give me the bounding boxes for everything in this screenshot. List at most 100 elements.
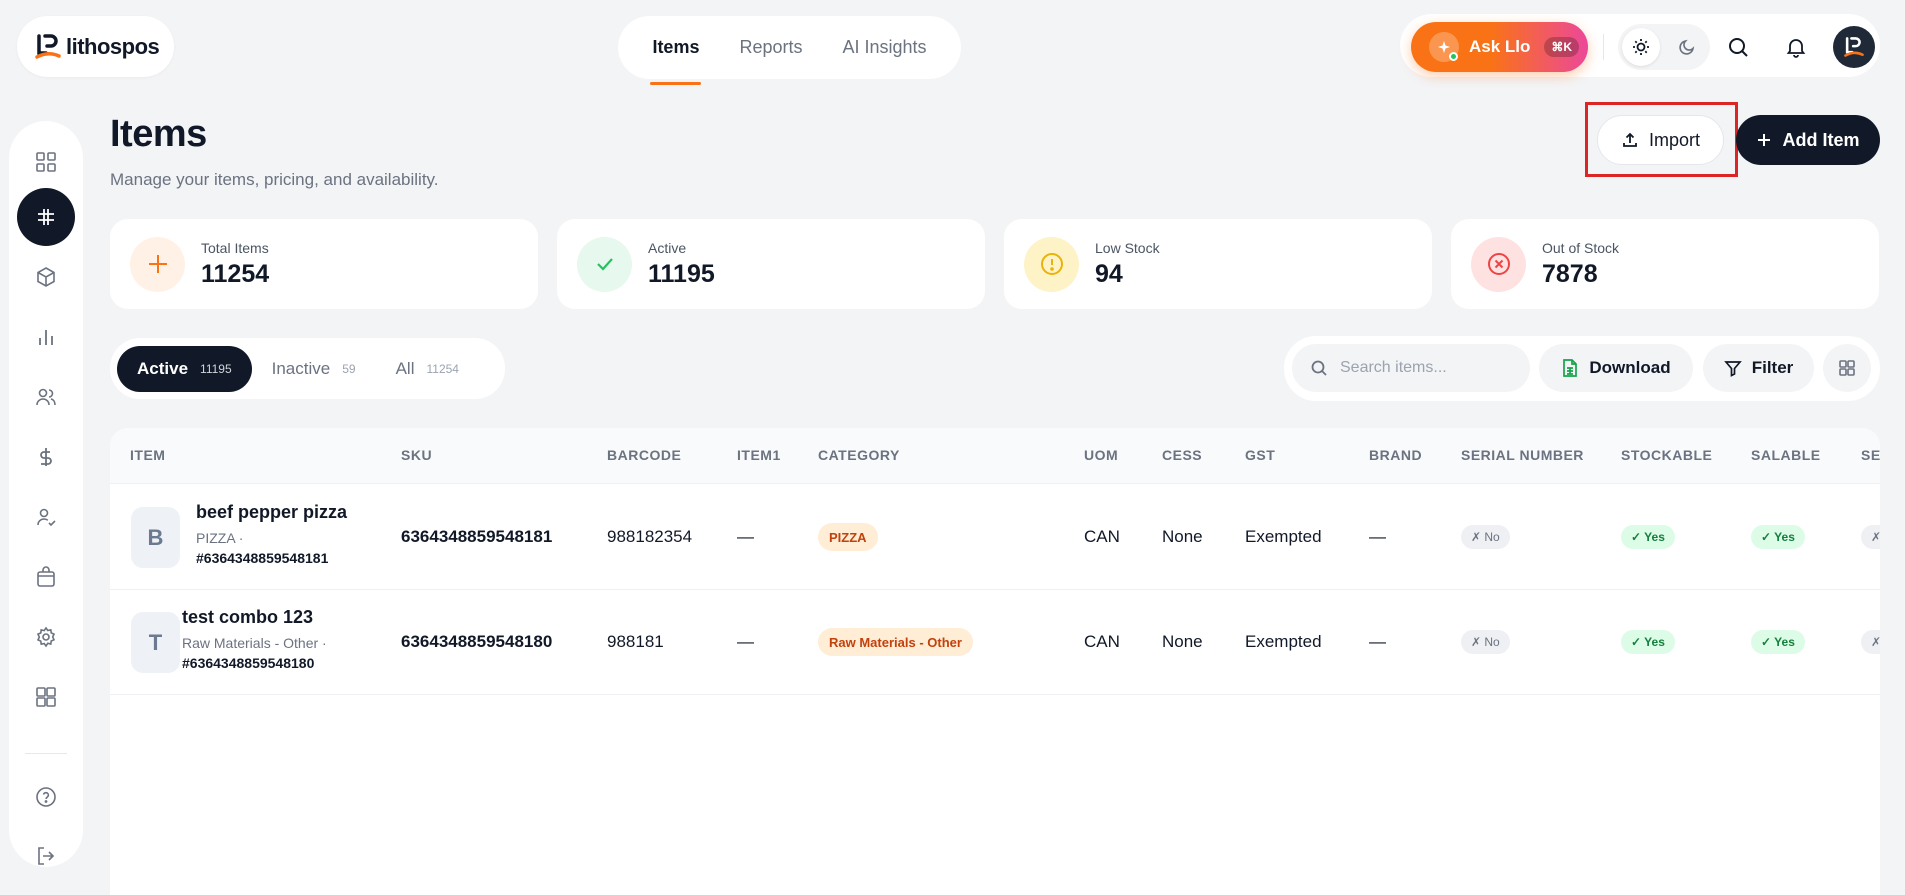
stat-label: Total Items [201, 239, 269, 256]
column-header-gst[interactable]: GST [1245, 447, 1275, 463]
uom-cell: CAN [1084, 527, 1120, 546]
sparkle-icon [1429, 32, 1459, 62]
category-badge: Raw Materials - Other [818, 628, 973, 656]
help-icon [36, 787, 56, 807]
filter-icon [1723, 361, 1742, 377]
upload-icon [1623, 132, 1637, 147]
tab-label: Inactive [271, 358, 331, 378]
ask-llo-button[interactable]: Ask Llo ⌘K [1411, 22, 1588, 72]
sku-cell: 6364348859548181 [401, 527, 553, 546]
moon-icon[interactable] [1668, 28, 1706, 66]
column-header-serial-cut[interactable]: SE [1861, 447, 1880, 463]
column-header-stockable[interactable]: STOCKABLE [1621, 447, 1712, 463]
gst-cell: Exempted [1245, 632, 1322, 651]
theme-toggle[interactable] [1618, 24, 1710, 70]
brand-logo[interactable]: lithospos [17, 16, 174, 77]
sidebar-item-customers[interactable] [17, 368, 75, 426]
stockable-badge: ✓ Yes [1621, 525, 1675, 549]
item1-cell: — [737, 632, 754, 651]
uom-cell: CAN [1084, 632, 1120, 651]
nav-reports[interactable]: Reports [719, 16, 822, 79]
table-header: ITEM SKU BARCODE ITEM1 CATEGORY UOM CESS… [110, 428, 1880, 484]
shortcut-badge: ⌘K [1544, 37, 1580, 57]
column-header-salable[interactable]: SALABLE [1751, 447, 1821, 463]
item-name[interactable]: test combo 123 [182, 607, 313, 628]
page-subtitle: Manage your items, pricing, and availabi… [110, 170, 439, 189]
sidebar-item-orders[interactable] [17, 548, 75, 606]
sidebar-item-help[interactable] [17, 768, 75, 826]
item-category-sub: Raw Materials - Other · [182, 635, 327, 651]
sidebar-item-dashboard[interactable] [17, 133, 75, 191]
column-header-serial-number[interactable]: SERIAL NUMBER [1461, 447, 1584, 463]
sun-icon[interactable] [1622, 28, 1660, 66]
sidebar-item-logout[interactable] [17, 827, 75, 885]
sidebar-item-inventory[interactable] [17, 248, 75, 306]
salable-badge: ✓ Yes [1751, 525, 1805, 549]
stat-value: 11195 [648, 259, 715, 288]
stat-label: Out of Stock [1542, 239, 1620, 256]
cess-cell: None [1162, 527, 1203, 546]
column-header-item[interactable]: ITEM [130, 447, 165, 463]
nav-ai-insights[interactable]: AI Insights [823, 16, 947, 79]
bell-icon[interactable] [1775, 26, 1817, 68]
column-header-brand[interactable]: BRAND [1369, 447, 1422, 463]
apps-icon [36, 687, 56, 707]
item1-cell: — [737, 527, 754, 546]
tab-active[interactable]: Active 11195 [117, 345, 252, 392]
items-icon [38, 209, 54, 225]
sidebar-item-reports[interactable] [17, 308, 75, 366]
stat-value: 7878 [1542, 259, 1598, 288]
stat-label: Low Stock [1095, 239, 1160, 256]
spreadsheet-icon [1563, 359, 1578, 377]
stat-label: Active [648, 239, 687, 256]
column-header-barcode[interactable]: BARCODE [607, 447, 681, 463]
column-header-cess[interactable]: CESS [1162, 447, 1202, 463]
item-avatar: T [131, 612, 180, 673]
sidebar-item-items[interactable] [17, 188, 75, 246]
filter-button[interactable]: Filter [1703, 344, 1814, 392]
column-header-item1[interactable]: ITEM1 [737, 447, 781, 463]
tab-inactive[interactable]: Inactive 59 [252, 346, 376, 392]
tab-all[interactable]: All 11254 [376, 346, 479, 392]
download-label: Download [1589, 358, 1671, 377]
users-icon [36, 388, 56, 406]
sidebar-item-settings[interactable] [17, 608, 75, 666]
sidebar-item-apps[interactable] [17, 668, 75, 726]
add-item-button[interactable]: Add Item [1736, 115, 1880, 165]
sidebar-item-finance[interactable] [17, 428, 75, 486]
gst-cell: Exempted [1245, 527, 1322, 546]
serial-badge-cut: ✗ [1861, 630, 1880, 654]
sidebar-item-staff[interactable] [17, 488, 75, 546]
tab-label: All [395, 358, 415, 378]
search-box[interactable] [1292, 344, 1530, 392]
table-row[interactable]: B beef pepper pizza PIZZA · #63643488595… [110, 485, 1880, 590]
top-navigation: Items Reports AI Insights [618, 16, 961, 85]
ask-llo-label: Ask Llo [1469, 37, 1531, 56]
grid-view-icon [1839, 360, 1855, 376]
logout-icon [38, 847, 55, 865]
column-header-category[interactable]: CATEGORY [818, 447, 900, 463]
download-button[interactable]: Download [1539, 344, 1693, 392]
user-avatar[interactable] [1833, 26, 1875, 68]
cess-cell: None [1162, 632, 1203, 651]
item-code: #6364348859548181 [196, 550, 329, 566]
dollar-icon [40, 448, 52, 466]
view-toggle-button[interactable] [1823, 344, 1871, 392]
column-header-uom[interactable]: UOM [1084, 447, 1118, 463]
import-button[interactable]: Import [1597, 115, 1724, 165]
item-name[interactable]: beef pepper pizza [196, 502, 347, 523]
tab-count: 11195 [200, 361, 232, 376]
tab-count: 59 [342, 361, 356, 376]
barcode-cell: 988182354 [607, 527, 693, 546]
brand-name: lithospos [66, 33, 160, 59]
serial-number-badge: ✗ No [1461, 525, 1510, 549]
status-tabs: Active 11195 Inactive 59 All 11254 [110, 338, 505, 399]
nav-items[interactable]: Items [632, 16, 719, 85]
column-header-sku[interactable]: SKU [401, 447, 432, 463]
shopping-bag-icon [37, 566, 55, 587]
search-input[interactable] [1340, 359, 1520, 377]
filter-label: Filter [1751, 358, 1794, 377]
table-row[interactable]: T test combo 123 Raw Materials - Other ·… [110, 590, 1880, 695]
stat-card-active: Active 11195 [557, 219, 985, 309]
search-icon[interactable] [1717, 26, 1759, 68]
